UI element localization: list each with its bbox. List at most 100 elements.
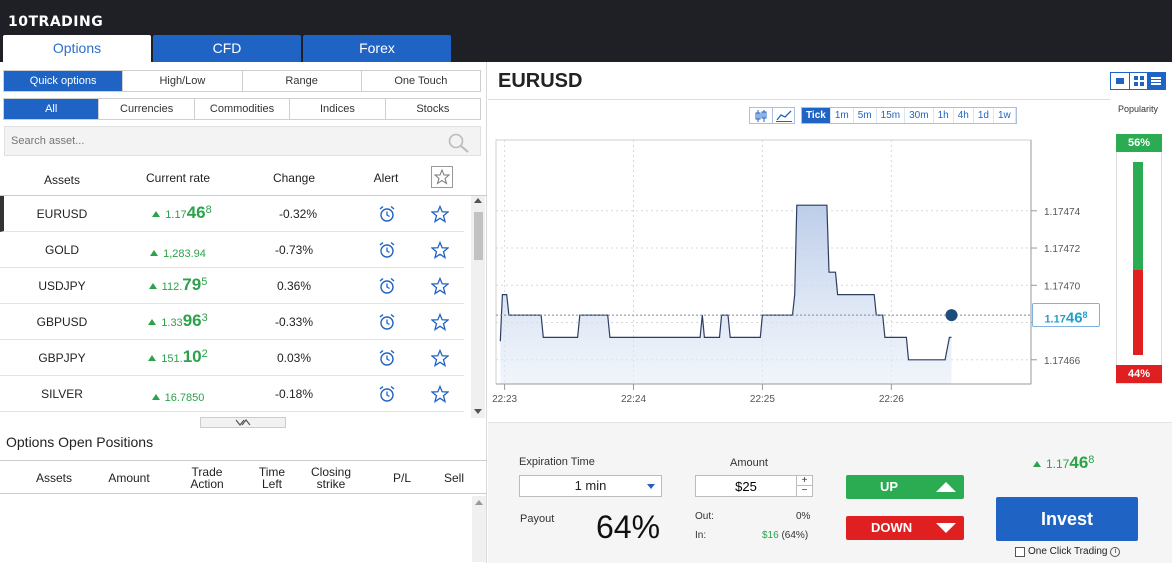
up-button[interactable]: UP xyxy=(846,475,964,499)
y-axis: 1.174741.174721.174701.174681.17466 xyxy=(1030,140,1081,384)
rate-sup: 3 xyxy=(201,312,208,324)
trend-up-icon xyxy=(151,394,160,400)
favorite-star-icon[interactable] xyxy=(431,205,449,223)
arrow-up-icon xyxy=(936,482,956,492)
alarm-clock-icon[interactable] xyxy=(378,277,396,295)
price-chart[interactable]: 1.17474 1.17472 1.17470 1.17468 1.17466 22:2… xyxy=(488,132,1110,412)
alarm-clock-icon[interactable] xyxy=(378,205,396,223)
pos-header-pl: P/L xyxy=(392,471,411,485)
amount-decrement-button[interactable]: − xyxy=(796,486,812,496)
invest-button[interactable]: Invest xyxy=(996,497,1138,541)
table-row[interactable]: USDJPY 112.795 0.36% xyxy=(0,268,464,304)
payout-label: Payout xyxy=(520,513,555,525)
rate-prefix: 1.17 xyxy=(165,209,187,221)
search-box xyxy=(4,126,481,156)
header-assets[interactable]: Assets xyxy=(26,173,98,187)
popularity-bar-up xyxy=(1133,162,1143,270)
open-positions-header: Assets Amount Trade Action Time Left Clo… xyxy=(0,460,487,494)
timeframe-15m[interactable]: 15m xyxy=(877,108,906,123)
search-icon[interactable] xyxy=(448,133,470,153)
header-current-rate[interactable]: Current rate xyxy=(130,171,226,185)
table-row[interactable]: GBPUSD 1.33963 -0.33% xyxy=(0,304,464,340)
expiration-select[interactable]: 1 min xyxy=(519,475,662,497)
timeframe-1w[interactable]: 1w xyxy=(994,108,1016,123)
positions-scrollbar[interactable] xyxy=(472,496,486,562)
alarm-clock-icon[interactable] xyxy=(378,385,396,403)
top-bar: 10TRADING Options CFD Forex xyxy=(0,0,1172,62)
grid-view-icon[interactable] xyxy=(1129,73,1147,89)
favorite-star-icon[interactable] xyxy=(431,313,449,331)
table-row[interactable]: SILVER 16.7850 -0.18% xyxy=(0,376,464,412)
out-value: 0% xyxy=(796,511,811,522)
rate-prefix: 1.33 xyxy=(161,317,183,329)
tab-forex[interactable]: Forex xyxy=(303,35,451,62)
tab-range[interactable]: Range xyxy=(243,71,362,91)
search-input[interactable] xyxy=(5,127,425,155)
alarm-clock-icon[interactable] xyxy=(378,241,396,259)
asset-name: GBPJPY xyxy=(38,351,86,365)
pos-header-trade-action: Trade Action xyxy=(190,465,224,491)
favorite-star-icon[interactable] xyxy=(431,277,449,295)
timeframe-1m[interactable]: 1m xyxy=(831,108,854,123)
pos-header-sell: Sell xyxy=(443,471,464,485)
scroll-thumb[interactable] xyxy=(474,212,483,260)
asset-rate: 1.17468 xyxy=(134,203,230,223)
up-button-label: UP xyxy=(880,479,899,494)
amount-label: Amount xyxy=(730,457,768,469)
tab-commodities[interactable]: Commodities xyxy=(195,99,291,119)
timeframe-4h[interactable]: 4h xyxy=(954,108,974,123)
chart-panel: EURUSD Popularity Tick 1m 5m 15m 30m 1h 4h 1d 1w xyxy=(488,62,1172,563)
y-tick-label: 1.17466 xyxy=(1044,356,1081,367)
popularity-label: Popularity xyxy=(1118,104,1159,114)
down-button[interactable]: DOWN xyxy=(846,516,964,540)
x-tick-label: 22:25 xyxy=(750,394,775,405)
asset-list-scrollbar[interactable] xyxy=(471,196,485,418)
scroll-down-icon[interactable] xyxy=(474,409,482,414)
tab-all[interactable]: All xyxy=(4,99,100,119)
tab-high-low[interactable]: High/Low xyxy=(123,71,243,91)
alarm-clock-icon[interactable] xyxy=(378,349,396,367)
timeframe-1h[interactable]: 1h xyxy=(934,108,954,123)
tab-quick-options[interactable]: Quick options xyxy=(4,71,124,91)
scroll-up-icon[interactable] xyxy=(474,198,482,203)
tab-options[interactable]: Options xyxy=(3,35,151,62)
timeframe-5m[interactable]: 5m xyxy=(854,108,877,123)
pair-title: EURUSD xyxy=(498,70,583,92)
amount-input[interactable] xyxy=(696,476,796,496)
current-rate-label: 1.17468 xyxy=(1032,303,1100,328)
info-icon[interactable]: i xyxy=(1110,546,1121,557)
positions-scroll-up-icon[interactable] xyxy=(475,500,483,505)
one-click-trading[interactable]: One Click Trading i xyxy=(1015,546,1121,557)
list-view-icon[interactable] xyxy=(1147,73,1165,89)
tab-currencies[interactable]: Currencies xyxy=(99,99,195,119)
trade-panel: Expiration Time 1 min Payout 64% Amount … xyxy=(488,422,1172,563)
favorite-star-icon[interactable] xyxy=(431,241,449,259)
table-row[interactable]: GBPJPY 151.102 0.03% xyxy=(0,340,464,376)
single-view-icon[interactable] xyxy=(1111,73,1129,89)
favorites-filter-star-icon[interactable] xyxy=(431,166,453,188)
table-row[interactable]: GOLD 1,283.94 -0.73% xyxy=(0,232,464,268)
one-click-checkbox[interactable] xyxy=(1015,546,1025,557)
tab-indices[interactable]: Indices xyxy=(290,99,386,119)
pos-header-time-left: Time Left xyxy=(258,465,286,491)
header-change[interactable]: Change xyxy=(256,171,332,185)
tab-one-touch[interactable]: One Touch xyxy=(362,71,480,91)
timeframe-tick[interactable]: Tick xyxy=(802,108,831,123)
asset-change: -0.73% xyxy=(274,243,314,257)
favorite-star-icon[interactable] xyxy=(431,349,449,367)
asset-rate: 112.795 xyxy=(130,275,226,295)
rate-big: 96 xyxy=(182,311,202,330)
favorite-star-icon[interactable] xyxy=(431,385,449,403)
asset-change: -0.33% xyxy=(274,315,314,329)
table-row[interactable]: EURUSD 1.17468 -0.32% xyxy=(0,196,464,232)
trend-up-icon xyxy=(148,319,157,325)
panel-resize-handle[interactable] xyxy=(200,417,286,428)
timeframe-30m[interactable]: 30m xyxy=(905,108,934,123)
tab-stocks[interactable]: Stocks xyxy=(386,99,480,119)
tab-cfd[interactable]: CFD xyxy=(153,35,301,62)
rate-big: 46 xyxy=(186,203,206,222)
candlestick-chart-icon[interactable] xyxy=(750,108,772,123)
alarm-clock-icon[interactable] xyxy=(378,313,396,331)
line-chart-icon[interactable] xyxy=(772,108,794,123)
timeframe-1d[interactable]: 1d xyxy=(974,108,994,123)
